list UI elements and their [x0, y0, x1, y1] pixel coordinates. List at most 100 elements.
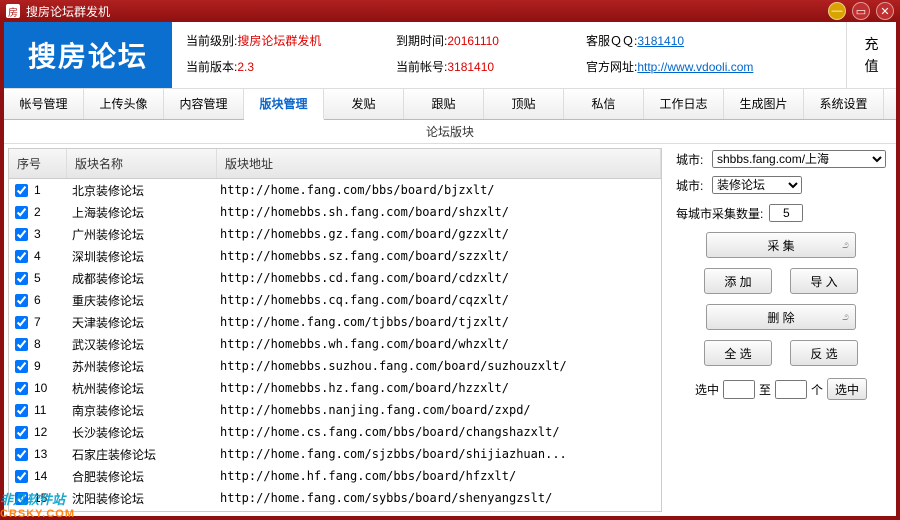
range-to-input[interactable]	[775, 380, 807, 399]
table-row[interactable]: 16西安装修论坛http://home.xian.fang.com/bbs/bo…	[9, 509, 661, 511]
recharge-button[interactable]: 充 值	[846, 22, 896, 88]
row-index: 12	[34, 425, 72, 439]
table-row[interactable]: 13石家庄装修论坛http://home.fang.com/sjzbbs/boa…	[9, 443, 661, 465]
flourish-icon: ೨	[842, 237, 849, 252]
row-checkbox[interactable]	[15, 382, 28, 395]
col-index[interactable]: 序号	[9, 149, 67, 178]
row-checkbox[interactable]	[15, 316, 28, 329]
tab-9[interactable]: 生成图片	[724, 89, 804, 119]
row-index: 4	[34, 249, 72, 263]
row-forum-url: http://home.cs.fang.com/bbs/board/changs…	[220, 425, 655, 439]
row-checkbox[interactable]	[15, 492, 28, 505]
maximize-button[interactable]: ▭	[852, 2, 870, 20]
tab-0[interactable]: 帐号管理	[4, 89, 84, 119]
tab-2[interactable]: 内容管理	[164, 89, 244, 119]
table-row[interactable]: 4深圳装修论坛http://homebbs.sz.fang.com/board/…	[9, 245, 661, 267]
row-checkbox[interactable]	[15, 294, 28, 307]
tab-6[interactable]: 顶贴	[484, 89, 564, 119]
row-checkbox[interactable]	[15, 470, 28, 483]
row-forum-url: http://home.fang.com/sybbs/board/shenyan…	[220, 491, 655, 505]
tab-5[interactable]: 跟贴	[404, 89, 484, 119]
side-panel: 城市: shbbs.fang.com/上海 城市: 装修论坛 每城市采集数量: …	[666, 144, 896, 516]
row-forum-url: http://homebbs.sz.fang.com/board/szzxlt/	[220, 249, 655, 263]
row-forum-name: 北京装修论坛	[72, 182, 220, 199]
row-forum-url: http://homebbs.wh.fang.com/board/whzxlt/	[220, 337, 655, 351]
table-row[interactable]: 5成都装修论坛http://homebbs.cd.fang.com/board/…	[9, 267, 661, 289]
row-index: 10	[34, 381, 72, 395]
row-index: 8	[34, 337, 72, 351]
col-name[interactable]: 版块名称	[67, 149, 217, 178]
row-forum-name: 深圳装修论坛	[72, 248, 220, 265]
row-forum-name: 苏州装修论坛	[72, 358, 220, 375]
tab-1[interactable]: 上传头像	[84, 89, 164, 119]
row-forum-name: 武汉装修论坛	[72, 336, 220, 353]
table-row[interactable]: 2上海装修论坛http://homebbs.sh.fang.com/board/…	[9, 201, 661, 223]
row-index: 9	[34, 359, 72, 373]
range-select-button[interactable]: 选中	[827, 378, 867, 400]
flourish-icon: ೨	[842, 309, 849, 324]
table-row[interactable]: 7天津装修论坛http://home.fang.com/tjbbs/board/…	[9, 311, 661, 333]
tab-4[interactable]: 发贴	[324, 89, 404, 119]
col-url[interactable]: 版块地址	[217, 149, 661, 178]
row-checkbox[interactable]	[15, 426, 28, 439]
select-all-button[interactable]: 全 选	[704, 340, 772, 366]
row-forum-url: http://homebbs.sh.fang.com/board/shzxlt/	[220, 205, 655, 219]
level-label: 当前级别:	[186, 34, 237, 48]
table-row[interactable]: 12长沙装修论坛http://home.cs.fang.com/bbs/boar…	[9, 421, 661, 443]
row-index: 15	[34, 491, 72, 505]
table-row[interactable]: 9苏州装修论坛http://homebbs.suzhou.fang.com/bo…	[9, 355, 661, 377]
app-icon: 房	[6, 4, 20, 18]
delete-button[interactable]: 删 除೨	[706, 304, 856, 330]
table-row[interactable]: 11南京装修论坛http://homebbs.nanjing.fang.com/…	[9, 399, 661, 421]
row-forum-url: http://homebbs.gz.fang.com/board/gzzxlt/	[220, 227, 655, 241]
row-forum-url: http://homebbs.hz.fang.com/board/hzzxlt/	[220, 381, 655, 395]
table-row[interactable]: 15沈阳装修论坛http://home.fang.com/sybbs/board…	[9, 487, 661, 509]
range-from-input[interactable]	[723, 380, 755, 399]
row-index: 5	[34, 271, 72, 285]
tab-10[interactable]: 系统设置	[804, 89, 884, 119]
close-button[interactable]: ✕	[876, 2, 894, 20]
row-index: 2	[34, 205, 72, 219]
row-checkbox[interactable]	[15, 184, 28, 197]
row-checkbox[interactable]	[15, 404, 28, 417]
row-checkbox[interactable]	[15, 360, 28, 373]
add-button[interactable]: 添 加	[704, 268, 772, 294]
tab-7[interactable]: 私信	[564, 89, 644, 119]
row-forum-name: 上海装修论坛	[72, 204, 220, 221]
row-forum-name: 合肥装修论坛	[72, 468, 220, 485]
account-label: 当前帐号:	[396, 60, 447, 74]
collect-button[interactable]: 采 集೨	[706, 232, 856, 258]
row-checkbox[interactable]	[15, 272, 28, 285]
row-forum-url: http://home.fang.com/sjzbbs/board/shijia…	[220, 447, 655, 461]
table-row[interactable]: 8武汉装修论坛http://homebbs.wh.fang.com/board/…	[9, 333, 661, 355]
row-checkbox[interactable]	[15, 448, 28, 461]
row-checkbox[interactable]	[15, 228, 28, 241]
import-button[interactable]: 导 入	[790, 268, 858, 294]
table-row[interactable]: 3广州装修论坛http://homebbs.gz.fang.com/board/…	[9, 223, 661, 245]
minimize-button[interactable]: —	[828, 2, 846, 20]
row-checkbox[interactable]	[15, 206, 28, 219]
table-row[interactable]: 6重庆装修论坛http://homebbs.cq.fang.com/board/…	[9, 289, 661, 311]
city-select[interactable]: shbbs.fang.com/上海	[712, 150, 886, 168]
forum-type-select[interactable]: 装修论坛	[712, 176, 802, 194]
row-forum-name: 重庆装修论坛	[72, 292, 220, 309]
row-forum-name: 南京装修论坛	[72, 402, 220, 419]
table-row[interactable]: 1北京装修论坛http://home.fang.com/bbs/board/bj…	[9, 179, 661, 201]
row-checkbox[interactable]	[15, 338, 28, 351]
tab-8[interactable]: 工作日志	[644, 89, 724, 119]
table-row[interactable]: 14合肥装修论坛http://home.hf.fang.com/bbs/boar…	[9, 465, 661, 487]
count-input[interactable]	[769, 204, 803, 222]
tab-3[interactable]: 版块管理	[244, 89, 324, 120]
qq-link[interactable]: 3181410	[637, 34, 684, 48]
site-label: 官方网址:	[586, 60, 637, 74]
row-forum-name: 石家庄装修论坛	[72, 446, 220, 463]
table-row[interactable]: 10杭州装修论坛http://homebbs.hz.fang.com/board…	[9, 377, 661, 399]
range-unit: 个	[811, 381, 823, 398]
row-forum-name: 广州装修论坛	[72, 226, 220, 243]
row-index: 6	[34, 293, 72, 307]
invert-select-button[interactable]: 反 选	[790, 340, 858, 366]
row-index: 1	[34, 183, 72, 197]
row-forum-name: 天津装修论坛	[72, 314, 220, 331]
site-link[interactable]: http://www.vdooli.com	[637, 60, 753, 74]
row-checkbox[interactable]	[15, 250, 28, 263]
